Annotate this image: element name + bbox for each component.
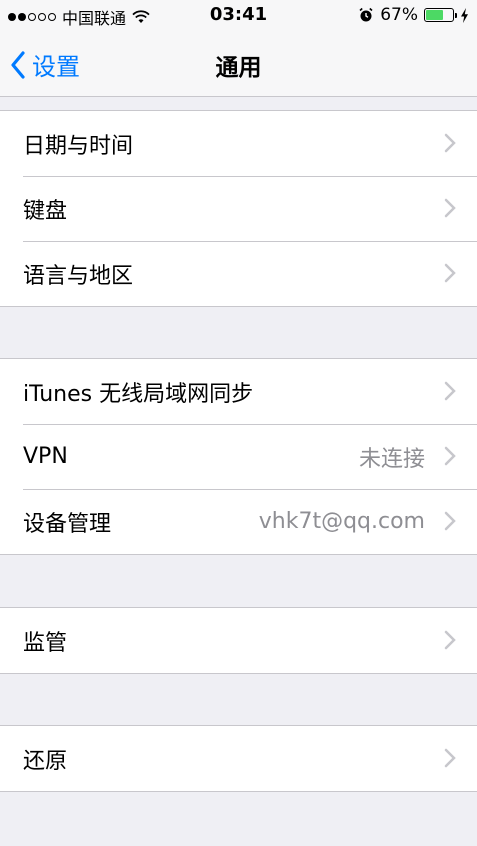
settings-group-supervision: 监管 bbox=[0, 607, 477, 674]
chevron-right-icon bbox=[444, 381, 456, 401]
settings-group-network: iTunes 无线局域网同步 VPN 未连接 设备管理 vhk7t@qq.com bbox=[0, 358, 477, 555]
row-label: VPN bbox=[23, 444, 68, 469]
row-reset[interactable]: 还原 bbox=[0, 726, 477, 791]
row-vpn[interactable]: VPN 未连接 bbox=[0, 424, 477, 489]
row-device-management[interactable]: 设备管理 vhk7t@qq.com bbox=[0, 489, 477, 554]
battery-fill bbox=[426, 10, 443, 20]
row-keyboard[interactable]: 键盘 bbox=[0, 176, 477, 241]
chevron-right-icon bbox=[444, 630, 456, 650]
row-language-region[interactable]: 语言与地区 bbox=[0, 241, 477, 306]
chevron-right-icon bbox=[444, 511, 456, 531]
device-management-value: vhk7t@qq.com bbox=[258, 509, 425, 534]
status-right: 67% bbox=[358, 5, 469, 25]
row-itunes-wifi-sync[interactable]: iTunes 无线局域网同步 bbox=[0, 359, 477, 424]
chevron-right-icon bbox=[444, 446, 456, 466]
page-title: 通用 bbox=[215, 55, 262, 81]
row-date-time[interactable]: 日期与时间 bbox=[0, 111, 477, 176]
charging-bolt-icon bbox=[461, 7, 468, 23]
chevron-right-icon bbox=[444, 198, 456, 218]
settings-group-reset: 还原 bbox=[0, 725, 477, 792]
chevron-right-icon bbox=[444, 748, 456, 768]
navigation-bar: 设置 通用 bbox=[0, 32, 477, 96]
vpn-status-value: 未连接 bbox=[358, 446, 425, 472]
row-supervision[interactable]: 监管 bbox=[0, 608, 477, 673]
top-bar: 中国联通 03:41 67% 设置 通用 bbox=[0, 0, 477, 97]
chevron-right-icon bbox=[444, 133, 456, 153]
battery-percentage: 67% bbox=[380, 5, 418, 25]
battery-icon bbox=[424, 8, 457, 22]
row-label: 设备管理 bbox=[23, 511, 112, 537]
row-label: 日期与时间 bbox=[23, 133, 134, 159]
row-label: 还原 bbox=[23, 748, 68, 774]
settings-group-general: 日期与时间 键盘 语言与地区 bbox=[0, 110, 477, 307]
row-label: 语言与地区 bbox=[23, 263, 134, 289]
alarm-clock-icon bbox=[359, 7, 373, 22]
status-bar: 中国联通 03:41 67% bbox=[0, 0, 477, 32]
chevron-right-icon bbox=[444, 263, 456, 283]
row-label: 监管 bbox=[23, 630, 68, 656]
row-label: iTunes 无线局域网同步 bbox=[23, 381, 254, 407]
row-label: 键盘 bbox=[23, 198, 68, 224]
